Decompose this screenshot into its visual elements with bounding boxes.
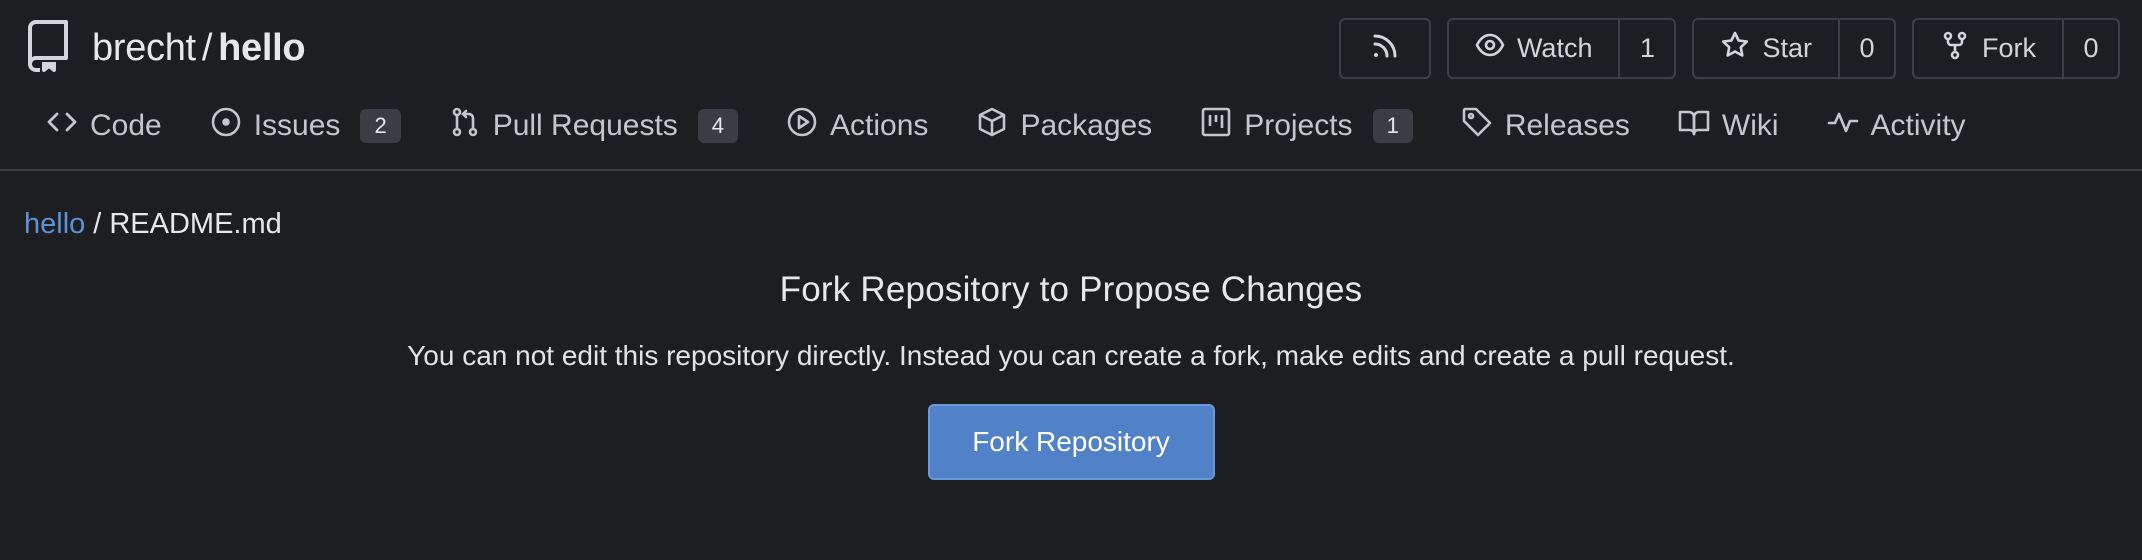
pulse-icon [1827,106,1859,146]
tab-activity[interactable]: Activity [1827,106,1966,146]
tab-label: Code [90,109,162,142]
fork-count[interactable]: 0 [2062,20,2118,77]
tab-label: Activity [1870,109,1966,142]
eye-icon [1475,30,1505,67]
fork-icon [1940,30,1970,67]
tab-label: Wiki [1721,109,1779,142]
tab-releases[interactable]: Releases [1461,106,1630,146]
tab-label: Projects [1244,109,1353,142]
pull-requests-count-badge: 4 [697,109,739,143]
repo-name: brecht / hello [92,26,306,70]
star-icon [1720,30,1750,67]
star-count[interactable]: 0 [1838,20,1894,77]
tab-label: Issues [253,109,341,142]
repo-tabs: Code Issues 2 Pull Requests 4 Actions Pa… [46,98,1966,154]
star-button-group: Star 0 [1692,18,1896,79]
rss-feed-button[interactable] [1338,18,1431,79]
breadcrumb: hello / README.md [24,208,282,241]
tab-issues[interactable]: Issues 2 [210,106,401,146]
repo-icon [26,19,70,77]
repo-separator: / [201,26,213,69]
tab-code[interactable]: Code [46,106,162,146]
fork-button-group: Fork 0 [1912,18,2120,79]
star-button[interactable]: Star [1694,20,1838,77]
tab-label: Actions [830,109,929,142]
repo-actions: Watch 1 Star 0 Fork 0 [1338,18,2120,79]
watch-count[interactable]: 1 [1618,20,1674,77]
play-icon [786,106,818,146]
book-icon [1678,106,1710,146]
repo-owner-link[interactable]: brecht [92,27,196,69]
watch-button[interactable]: Watch [1449,20,1619,77]
repo-header: brecht / hello Watch 1 Star 0 Fork 0 Cod… [0,0,2142,171]
rss-icon [1370,31,1400,66]
package-icon [976,106,1008,146]
breadcrumb-repo-link[interactable]: hello [24,208,85,241]
fork-repository-button[interactable]: Fork Repository [927,404,1215,480]
tab-projects[interactable]: Projects 1 [1200,106,1413,146]
breadcrumb-separator: / [93,208,102,240]
star-label: Star [1762,33,1812,63]
pull-request-icon [449,106,481,146]
projects-count-badge: 1 [1372,109,1413,143]
issues-count-badge: 2 [360,109,401,143]
repo-name-link[interactable]: hello [218,27,305,69]
tab-label: Packages [1020,109,1153,142]
issue-icon [210,106,242,146]
tab-actions[interactable]: Actions [786,106,928,146]
tab-packages[interactable]: Packages [976,106,1152,146]
watch-button-group: Watch 1 [1446,18,1677,79]
tab-label: Pull Requests [492,109,678,142]
project-icon [1200,106,1232,146]
fork-prompt-message: You can not edit this repository directl… [407,340,1735,371]
breadcrumb-file: README.md [109,208,282,240]
fork-prompt: Fork Repository to Propose Changes You c… [0,270,2142,480]
repo-title: brecht / hello [26,19,306,77]
fork-button[interactable]: Fork [1914,20,2062,77]
watch-label: Watch [1516,33,1593,63]
tab-wiki[interactable]: Wiki [1678,106,1779,146]
fork-label: Fork [1982,33,2036,63]
tab-pull-requests[interactable]: Pull Requests 4 [449,106,739,146]
code-icon [46,106,78,146]
fork-prompt-heading: Fork Repository to Propose Changes [779,270,1363,309]
tag-icon [1461,106,1493,146]
tab-label: Releases [1504,109,1630,142]
